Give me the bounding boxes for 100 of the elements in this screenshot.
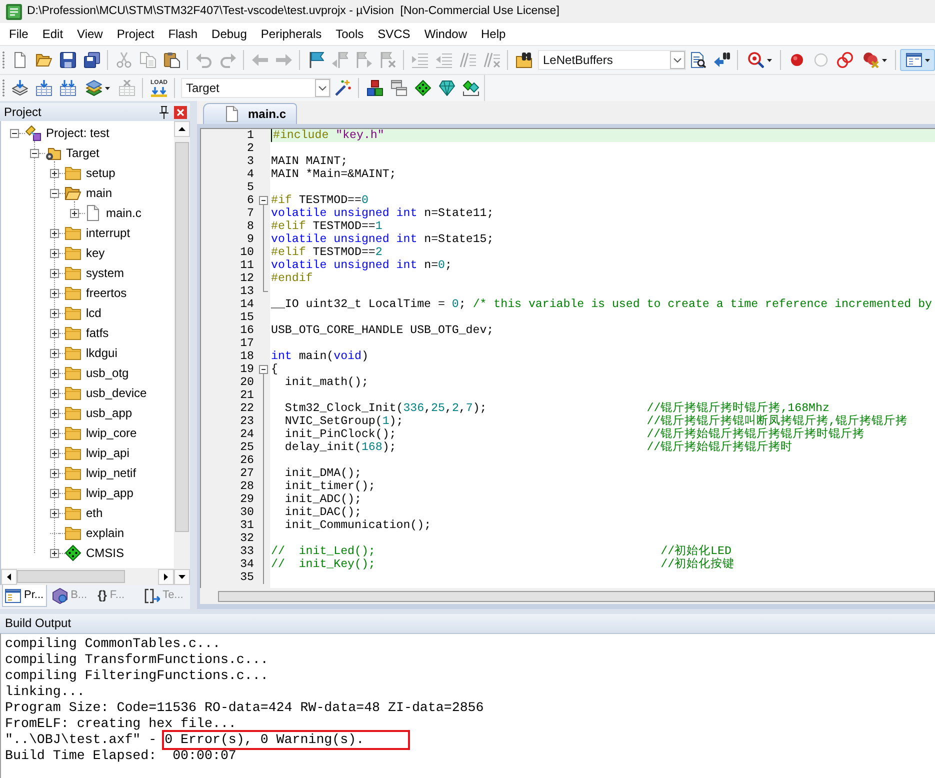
caret-icon[interactable]	[924, 58, 930, 62]
dropdown-field[interactable]: Target	[181, 78, 331, 98]
tree-item-label[interactable]: freertos	[86, 285, 127, 301]
tree-item-label[interactable]: Project: test	[46, 125, 110, 141]
code-text: n=	[424, 259, 438, 272]
plus-box-icon[interactable]	[50, 368, 59, 378]
menu-item[interactable]: SVCS	[370, 24, 418, 44]
folder-icon	[65, 485, 81, 501]
menu-item[interactable]: File	[2, 24, 36, 44]
editor-tab[interactable]: main.c	[203, 103, 298, 124]
plus-box-icon[interactable]	[50, 488, 59, 498]
tree-item-label[interactable]: eth	[86, 505, 103, 521]
scrollbar-thumb[interactable]	[175, 142, 189, 532]
menu-item[interactable]: Tools	[328, 24, 371, 44]
menu-item[interactable]: Debug	[204, 24, 254, 44]
plus-box-icon[interactable]	[50, 468, 59, 478]
plus-box-icon[interactable]	[50, 328, 59, 338]
plus-box-icon[interactable]	[70, 208, 79, 218]
plus-box-icon[interactable]	[50, 348, 59, 358]
panel-tab[interactable]: {} F...	[94, 585, 139, 607]
menu-item[interactable]: Window	[417, 24, 474, 44]
caret-icon[interactable]	[882, 58, 886, 62]
line-number: 20	[240, 376, 254, 389]
caret-icon[interactable]	[104, 86, 110, 90]
plus-box-icon[interactable]	[50, 388, 59, 398]
pin-icon[interactable]	[159, 106, 169, 118]
plus-box-icon[interactable]	[50, 288, 59, 298]
flag-right-arrow-icon	[356, 52, 372, 68]
window-button[interactable]	[900, 49, 935, 71]
magic-wand-icon	[335, 80, 351, 96]
plus-box-icon[interactable]	[50, 248, 59, 258]
plus-box-icon[interactable]	[50, 448, 59, 458]
back-arrow-icon	[252, 52, 268, 68]
window-list-icon	[5, 588, 21, 604]
scrollbar-thumb[interactable]	[218, 590, 935, 602]
open-folder-icon	[36, 52, 52, 68]
plus-box-icon[interactable]	[50, 428, 59, 438]
menu-item[interactable]: Project	[110, 24, 162, 44]
minus-box-icon[interactable]	[10, 128, 19, 138]
caret-icon[interactable]	[766, 58, 772, 62]
flag-left-arrow-icon	[332, 52, 348, 68]
plus-box-icon[interactable]	[50, 548, 59, 558]
tree-item-label[interactable]: lwip_netif	[86, 465, 136, 481]
code-comment: /* this variable is used to create a time reference incremented by	[472, 298, 932, 311]
tree-item-label[interactable]: lkdgui	[86, 345, 118, 361]
menu-item[interactable]: Edit	[35, 24, 70, 44]
vertical-scrollbar[interactable]	[174, 121, 190, 585]
tree-item-label[interactable]: fatfs	[86, 325, 109, 341]
menu-item[interactable]: Flash	[161, 24, 205, 44]
toolbar-grip[interactable]	[2, 51, 5, 69]
line-number: 19	[240, 363, 254, 376]
tree-item-label[interactable]: usb_app	[86, 405, 132, 421]
scrollbar-thumb[interactable]	[17, 570, 125, 583]
tree-item-label[interactable]: main	[86, 185, 112, 201]
toolbar-grip[interactable]	[2, 79, 5, 97]
tree-item-label[interactable]: key	[86, 245, 105, 261]
tree-item-label[interactable]: lwip_api	[86, 445, 130, 461]
output-text: FromELF: creating hex file...	[5, 716, 236, 731]
code-keyword: unsigned	[334, 207, 390, 220]
tree-item-label[interactable]: lwip_core	[86, 425, 137, 441]
code-comment: //锟斤拷锟斤拷锟叫断凤拷锟斤拷,锟斤拷锟斤拷	[646, 415, 908, 428]
tree-item-label[interactable]: CMSIS	[86, 545, 124, 561]
tree-item-label[interactable]: lwip_app	[86, 485, 134, 501]
close-icon[interactable]	[174, 106, 187, 118]
minus-box-icon[interactable]	[50, 188, 59, 198]
tree-item-label[interactable]: system	[86, 265, 124, 281]
chevron-down-icon[interactable]	[670, 51, 685, 69]
tree-item-label[interactable]: main.c	[106, 205, 142, 221]
tree-item-label[interactable]: setup	[86, 165, 116, 181]
plus-box-icon[interactable]	[50, 168, 59, 178]
folder-icon	[65, 165, 81, 181]
minus-box-icon[interactable]	[30, 148, 39, 158]
fold-minus-icon[interactable]	[258, 195, 268, 208]
menu-item[interactable]: View	[70, 24, 110, 44]
tree-item-label[interactable]: usb_otg	[86, 365, 129, 381]
fold-minus-icon[interactable]	[258, 364, 268, 378]
plus-box-icon[interactable]	[50, 228, 59, 238]
code-text: ;	[458, 298, 466, 311]
plus-box-icon[interactable]	[50, 408, 59, 418]
tree-item-label[interactable]: Target	[66, 145, 100, 161]
code-keyword: unsigned	[334, 259, 390, 272]
tree-item-label[interactable]: explain	[86, 525, 124, 541]
horizontal-scrollbar[interactable]	[200, 588, 935, 604]
folder-icon	[65, 285, 81, 301]
plus-box-icon[interactable]	[50, 308, 59, 318]
panel-tab[interactable]: Pr...	[2, 585, 47, 607]
plus-box-icon[interactable]	[50, 268, 59, 278]
tree-item-label[interactable]: lcd	[86, 305, 102, 321]
code-number: 2	[452, 402, 459, 415]
menu-item[interactable]: Help	[474, 24, 513, 44]
layers-icon	[86, 80, 102, 96]
chevron-down-icon[interactable]	[315, 79, 330, 97]
tree-item-label[interactable]: interrupt	[86, 225, 130, 241]
menu-item[interactable]: Peripherals	[254, 24, 329, 44]
dropdown-field[interactable]: LeNetBuffers	[538, 50, 686, 70]
tree-item-label[interactable]: usb_device	[86, 385, 147, 401]
code-keyword: volatile	[271, 207, 327, 220]
horizontal-scrollbar[interactable]	[1, 568, 174, 585]
layers-arrow-icon	[12, 80, 28, 96]
plus-box-icon[interactable]	[50, 508, 59, 518]
